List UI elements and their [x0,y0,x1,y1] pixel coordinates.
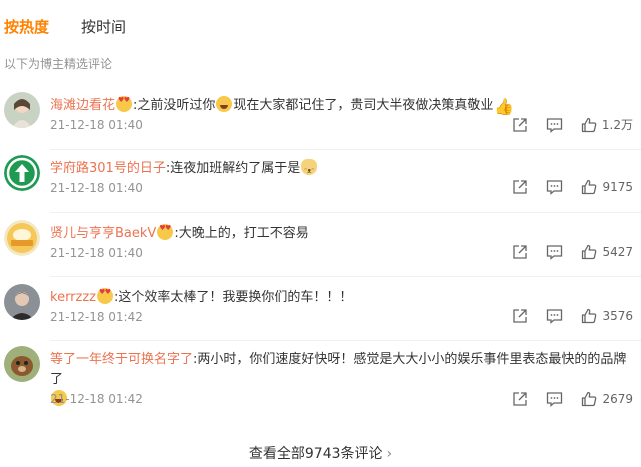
comment-timestamp: 21-12-18 01:40 [50,181,143,195]
comment-icon [547,180,563,195]
love-eyes-emoji-icon [97,288,113,304]
thumbs-up-icon [582,391,597,407]
tab-by-time[interactable]: 按时间 [81,16,126,37]
comment-text: 学府路301号的日子:连夜加班解约了属于是 [50,159,633,181]
comment-actions: 1.2万 [512,116,633,133]
comment-item: 等了一年终于可换名字了:两小时，你们速度好快呀！感觉是大大小小的娱乐事件里表态最… [0,346,641,426]
thumbs-up-icon [582,308,597,324]
divider [50,340,641,341]
comment-item: 贤儿与亨亨BaekV :大晚上的，打工不容易 21-12-18 01:40 542… [0,220,641,284]
like-button[interactable]: 3576 [581,308,633,324]
comment-timestamp: 21-12-18 01:42 [50,310,143,324]
tab-by-hot[interactable]: 按热度 [4,16,49,37]
share-icon [513,309,528,323]
share-button[interactable] [512,179,528,195]
comment-icon [547,245,563,260]
cat-face-emoji-icon [301,159,318,181]
comment-actions: 9175 [512,179,633,195]
comment-timestamp: 21-12-18 01:40 [50,118,143,132]
avatar[interactable] [4,92,40,128]
comment-body: 现在大家都记住了，贵司大半夜做决策真敬业 [233,98,494,113]
thumbs-up-icon [582,244,597,260]
share-button[interactable] [512,308,528,324]
reply-button[interactable] [546,179,563,195]
comment-actions: 5427 [512,244,633,260]
comment-actions: 3576 [512,308,633,324]
comment-timestamp: 21-12-18 01:40 [50,246,143,260]
divider [50,212,641,213]
like-button[interactable]: 2679 [581,391,633,407]
share-icon [513,245,528,259]
love-eyes-emoji-icon [116,96,133,112]
avatar[interactable] [4,155,40,191]
view-all-label: 查看全部9743条评论 [248,446,383,462]
reply-button[interactable] [546,308,563,324]
share-button[interactable] [512,244,528,260]
divider [50,276,641,277]
comment-body: :连夜加班解约了属于是 [165,161,301,176]
comment-username[interactable]: 海滩边看花 [50,98,115,113]
like-count: 1.2万 [601,118,633,132]
comment-icon [547,392,563,407]
comment-icon [547,309,563,324]
comment-icon [546,117,563,133]
comment-username[interactable]: 等了一年终于可换名字了 [50,352,193,367]
share-icon [513,392,528,406]
view-all-comments-link[interactable]: 查看全部9743条评论 › [0,443,641,463]
sort-tabs: 按热度 按时间 [4,14,158,38]
reply-button[interactable] [546,244,563,260]
share-button[interactable] [512,117,528,133]
avatar[interactable] [4,284,40,320]
comment-text: kerrzzz :这个效率太棒了！我要换你们的车！！！ [50,288,633,308]
comment-username[interactable]: kerrzzz [50,290,96,305]
thumbs-up-icon [581,117,597,132]
comment-text: 海滩边看花 :之前没听过你 现在大家都记住了，贵司大半夜做决策真敬业👍 [50,96,633,116]
like-count: 9175 [602,180,633,194]
like-count: 5427 [602,245,633,259]
comment-item: 学府路301号的日子:连夜加班解约了属于是 21-12-18 01:40 917… [0,155,641,219]
love-eyes-emoji-icon [157,224,174,240]
reply-button[interactable] [546,117,563,133]
avatar[interactable] [4,220,40,256]
chevron-right-icon: › [386,446,393,462]
like-count: 2679 [602,392,633,406]
comment-body: :大晚上的，打工不容易 [174,226,309,241]
like-button[interactable]: 5427 [581,244,633,260]
like-button[interactable]: 9175 [581,179,633,195]
like-button[interactable]: 1.2万 [581,116,633,133]
share-icon [513,180,528,194]
comment-text: 贤儿与亨亨BaekV :大晚上的，打工不容易 [50,224,633,244]
reply-button[interactable] [546,391,563,407]
avatar[interactable] [4,346,40,382]
comment-actions: 2679 [512,391,633,407]
featured-comments-subtitle: 以下为博主精选评论 [4,57,113,71]
share-button[interactable] [512,391,528,407]
thumbs-up-icon [582,179,597,195]
laughing-emoji-icon [216,96,233,112]
comment-body: :这个效率太棒了！我要换你们的车！！！ [114,290,353,305]
thumbs-up-emoji-icon: 👍 [494,97,515,116]
comment-body: :之前没听过你 [133,98,216,113]
comment-item: 海滩边看花 :之前没听过你 现在大家都记住了，贵司大半夜做决策真敬业👍 21-12-… [0,92,641,156]
share-icon [513,117,527,132]
comment-username[interactable]: 贤儿与亨亨BaekV [50,226,156,241]
like-count: 3576 [602,309,633,323]
comment-username[interactable]: 学府路301号的日子 [50,161,166,176]
comment-timestamp: 21-12-18 01:42 [50,392,143,406]
divider [50,149,641,150]
comment-item: kerrzzz :这个效率太棒了！我要换你们的车！！！ 21-12-18 01:4… [0,284,641,348]
